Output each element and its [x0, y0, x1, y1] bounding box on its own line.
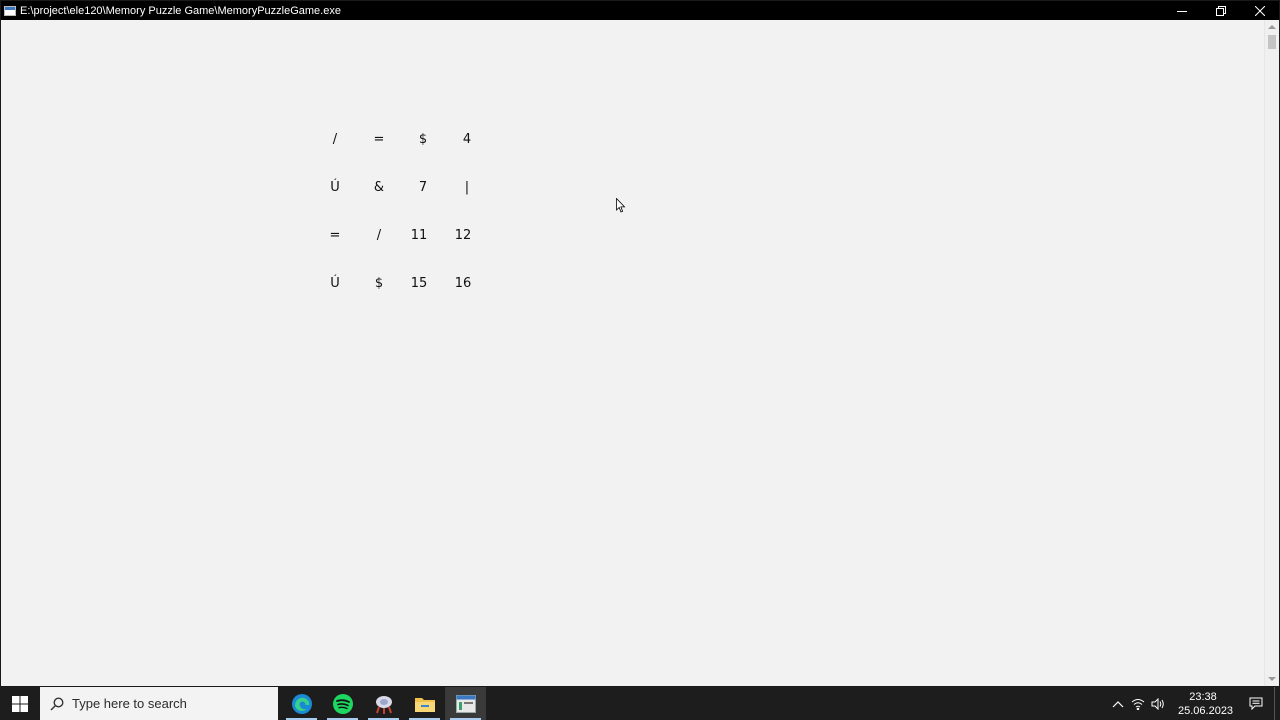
file-explorer-icon: [414, 697, 435, 712]
grid-cell: $: [418, 132, 428, 147]
spotify-icon: [332, 693, 353, 714]
search-placeholder: Type here to search: [72, 696, 187, 711]
grid-cell: |: [464, 180, 470, 195]
tray-network-button[interactable]: [1128, 687, 1148, 720]
show-desktop-button[interactable]: [1274, 687, 1280, 720]
grid-cell: 15: [410, 276, 428, 291]
grid-cell: &: [373, 180, 385, 195]
restore-button[interactable]: [1201, 1, 1240, 20]
tray-overflow-button[interactable]: [1108, 687, 1128, 720]
console-window-icon[interactable]: [4, 5, 16, 16]
minimize-button[interactable]: [1162, 1, 1201, 20]
taskbar-clock[interactable]: 23:38 25.06.2023: [1168, 690, 1238, 718]
taskbar-edge[interactable]: [281, 687, 322, 720]
vertical-scrollbar[interactable]: [1264, 20, 1279, 686]
grid-cell: 7: [418, 180, 428, 195]
console-output[interactable]: / = $ 4 Ú & 7 | = / 11 12 Ú $ 15 16: [1, 20, 1266, 686]
mouse-cursor-icon: [616, 198, 626, 213]
taskbar: Type here to search 23:38 25.06.2023: [0, 687, 1280, 720]
window-title: E:\project\ele120\Memory Puzzle Game\Mem…: [20, 4, 341, 17]
notification-icon: [1249, 697, 1263, 710]
taskbar-spotify[interactable]: [322, 687, 363, 720]
app-icon: [375, 695, 392, 714]
search-icon: [50, 696, 64, 710]
console-app-icon: [455, 694, 476, 713]
close-icon: [1254, 5, 1265, 16]
grid-cell: /: [376, 228, 382, 243]
grid-cell: 12: [454, 228, 472, 243]
title-bar[interactable]: E:\project\ele120\Memory Puzzle Game\Mem…: [1, 1, 1279, 20]
grid-cell: =: [329, 228, 341, 243]
taskbar-app[interactable]: [363, 687, 404, 720]
tray-volume-button[interactable]: [1148, 687, 1168, 720]
memory-grid: / = $ 4 Ú & 7 | = / 11 12 Ú $ 15 16: [1, 20, 501, 320]
scroll-thumb[interactable]: [1268, 35, 1276, 49]
grid-cell: 11: [410, 228, 428, 243]
taskbar-console-app[interactable]: [445, 687, 486, 720]
grid-cell: Ú: [330, 276, 340, 291]
scroll-down-icon[interactable]: [1268, 677, 1276, 681]
clock-date: 25.06.2023: [1178, 704, 1234, 717]
grid-cell: =: [373, 132, 385, 147]
taskbar-file-explorer[interactable]: [404, 687, 445, 720]
grid-cell: 4: [462, 132, 472, 147]
clock-time: 23:38: [1189, 690, 1217, 703]
network-icon: [1131, 698, 1145, 710]
grid-cell: Ú: [330, 180, 340, 195]
close-button[interactable]: [1240, 1, 1279, 20]
scroll-up-icon[interactable]: [1268, 25, 1276, 29]
edge-icon: [291, 693, 312, 714]
volume-icon: [1151, 697, 1164, 710]
chevron-up-icon: [1112, 700, 1124, 707]
start-button[interactable]: [0, 687, 40, 720]
grid-cell: $: [374, 276, 384, 291]
system-tray: 23:38 25.06.2023: [1108, 687, 1280, 720]
windows-logo-icon: [12, 695, 28, 712]
action-center-button[interactable]: [1238, 687, 1274, 720]
grid-cell: /: [332, 132, 338, 147]
restore-icon: [1215, 5, 1226, 16]
console-window: E:\project\ele120\Memory Puzzle Game\Mem…: [0, 0, 1280, 687]
grid-cell: 16: [454, 276, 472, 291]
minimize-icon: [1176, 10, 1187, 12]
taskbar-search[interactable]: Type here to search: [40, 687, 278, 720]
